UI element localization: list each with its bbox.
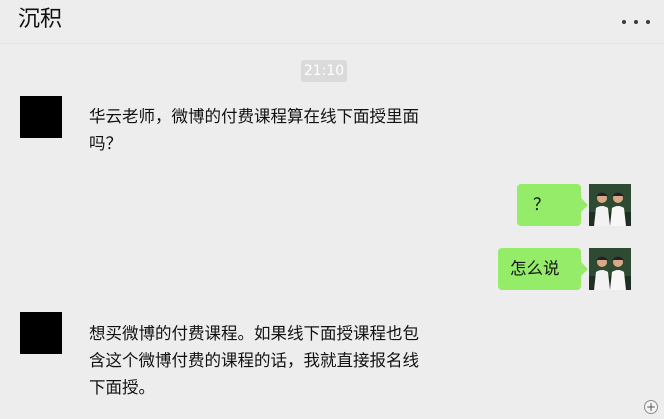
contact-avatar[interactable] [20,312,62,354]
more-dots-icon [622,20,626,24]
add-icon[interactable]: + [644,400,658,414]
self-avatar[interactable] [589,184,631,226]
more-dots-icon [634,20,638,24]
message-text: 怎么说 [510,259,560,278]
avatar-photo-icon [589,184,631,226]
message-bubble-incoming[interactable]: 想买微博的付费课程。如果线下面授课程也包含这个微博付费的课程的话，我就直接报名线… [73,312,433,409]
chat-header: 沉积 [0,0,664,44]
more-button[interactable] [622,12,650,32]
message-bubble-outgoing[interactable]: ？ [517,184,588,226]
contact-avatar[interactable] [20,96,62,138]
message-bubble-incoming[interactable]: 华云老师，微博的付费课程算在线下面授里面吗？ [73,95,433,165]
message-text: ？ [533,195,550,214]
timestamp: 21:10 [301,60,347,82]
chat-title: 沉积 [18,7,63,32]
message-text: 华云老师，微博的付费课程算在线下面授里面吗？ [89,107,419,153]
more-dots-icon [646,20,650,24]
message-text: 想买微博的付费课程。如果线下面授课程也包含这个微博付费的课程的话，我就直接报名线… [89,324,419,397]
self-avatar[interactable] [589,248,631,290]
message-bubble-outgoing[interactable]: 怎么说 [498,248,588,290]
avatar-photo-icon [589,248,631,290]
